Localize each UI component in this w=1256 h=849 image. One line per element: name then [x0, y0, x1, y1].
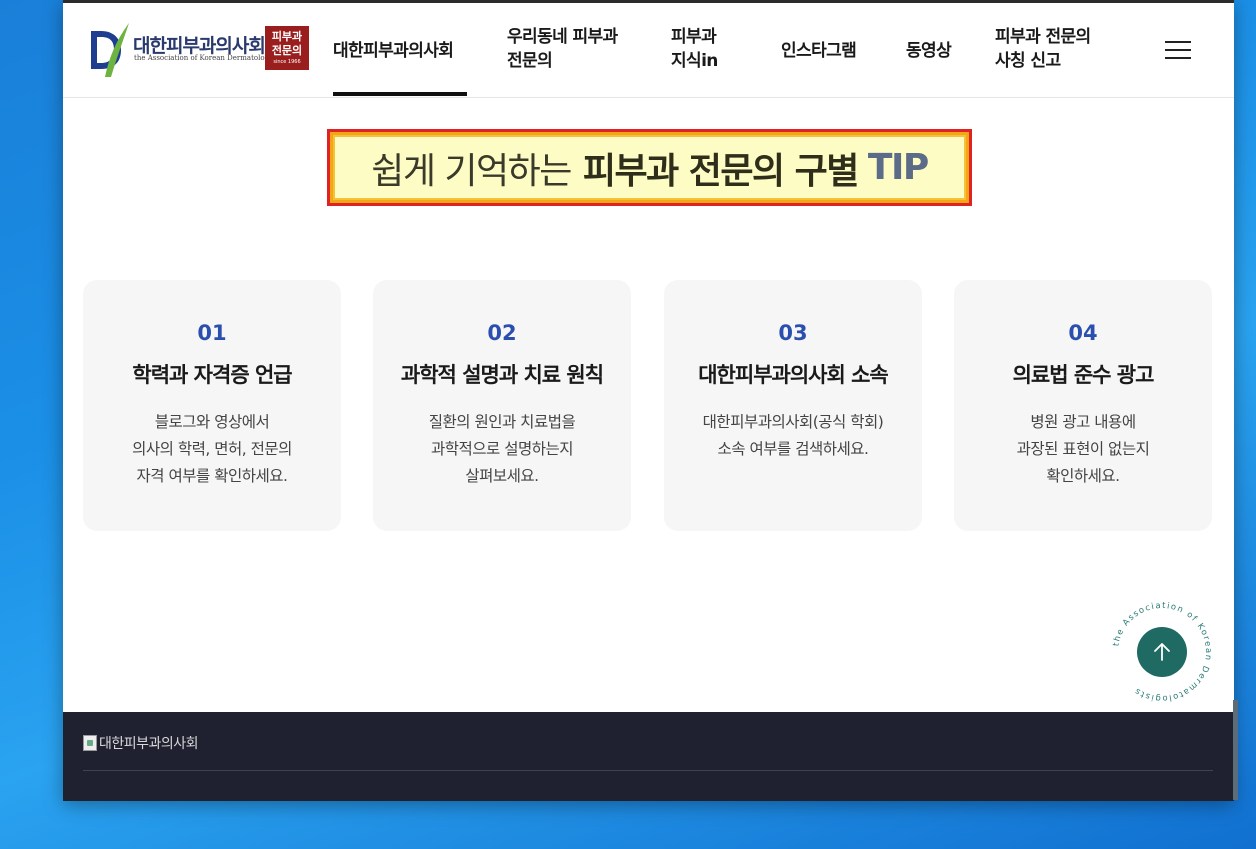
tip-banner: 쉽게 기억하는 피부과 전문의 구별 TIP — [327, 129, 972, 206]
nav-label-line2: 전문의 — [507, 51, 553, 71]
badge-line1: 피부과 — [271, 30, 303, 43]
card-desc-line: 과장된 표현이 없는지 — [1016, 440, 1150, 458]
card-description: 병원 광고 내용에 과장된 표현이 없는지 확인하세요. — [954, 409, 1212, 490]
tip-text-accent: TIP — [867, 147, 929, 188]
footer-divider — [83, 770, 1213, 771]
hamburger-icon[interactable] — [1165, 41, 1191, 63]
scroll-top-button[interactable] — [1137, 627, 1187, 677]
card-desc-line: 소속 여부를 검색하세요. — [717, 440, 869, 458]
card-desc-line: 병원 광고 내용에 — [1030, 413, 1136, 431]
logo-subtitle: the Association of Korean Dermatologists — [134, 54, 282, 62]
card-desc-line: 의사의 학력, 면허, 전문의 — [132, 440, 292, 458]
nav-item-video[interactable]: 동영상 — [906, 39, 952, 63]
badge-line2: 전문의 — [271, 44, 303, 57]
card-desc-line: 확인하세요. — [1046, 467, 1120, 485]
nav-label-line2: 지식in — [671, 51, 718, 71]
nav-item-knowledge[interactable]: 피부과 지식in — [671, 25, 718, 73]
nav-item-impersonation-report[interactable]: 피부과 전문의 사칭 신고 — [995, 25, 1091, 73]
window-edge — [1233, 700, 1238, 800]
card-desc-line: 질환의 원인과 치료법을 — [428, 413, 576, 431]
nav-label-line2: 사칭 신고 — [995, 51, 1061, 71]
browser-window: 대한피부과의사회 the Association of Korean Derma… — [63, 0, 1234, 801]
nav-label: 피부과 — [671, 27, 717, 47]
tip-card-3: 03 대한피부과의사회 소속 대한피부과의사회(공식 학회) 소속 여부를 검색… — [664, 280, 922, 531]
tip-card-1: 01 학력과 자격증 언급 블로그와 영상에서 의사의 학력, 면허, 전문의 … — [83, 280, 341, 531]
card-number: 03 — [778, 321, 808, 345]
site-logo[interactable]: 대한피부과의사회 the Association of Korean Derma… — [87, 17, 309, 83]
tip-text-bold: 피부과 전문의 구별 — [582, 150, 860, 192]
nav-label: 우리동네 피부과 — [507, 27, 618, 47]
nav-item-local-dermatologist[interactable]: 우리동네 피부과 전문의 — [507, 25, 618, 73]
specialist-badge: 피부과 전문의 since 1966 — [265, 26, 309, 70]
site-footer: 대한피부과의사회 — [63, 712, 1234, 801]
card-desc-line: 과학적으로 설명하는지 — [430, 440, 574, 458]
card-description: 대한피부과의사회(공식 학회) 소속 여부를 검색하세요. — [664, 409, 922, 463]
nav-label: 대한피부과의사회 — [333, 41, 454, 61]
card-desc-line: 살펴보세요. — [465, 467, 539, 485]
arrow-up-icon — [1154, 643, 1170, 661]
card-number: 02 — [487, 321, 517, 345]
tip-text-light: 쉽게 기억하는 — [371, 150, 572, 192]
card-description: 블로그와 영상에서 의사의 학력, 면허, 전문의 자격 여부를 확인하세요. — [83, 409, 341, 490]
site-header: 대한피부과의사회 the Association of Korean Derma… — [63, 3, 1234, 98]
footer-logo-alt: 대한피부과의사회 — [99, 736, 199, 752]
nav-label: 동영상 — [906, 41, 952, 61]
tip-banner-inner: 쉽게 기억하는 피부과 전문의 구별 TIP — [333, 135, 966, 200]
card-title: 대한피부과의사회 소속 — [698, 363, 889, 387]
nav-item-association[interactable]: 대한피부과의사회 — [333, 39, 454, 63]
nav-label: 인스타그램 — [781, 41, 857, 61]
card-desc-line: 블로그와 영상에서 — [154, 413, 270, 431]
card-title: 의료법 준수 광고 — [1012, 363, 1155, 387]
nav-label: 피부과 전문의 — [995, 27, 1091, 47]
card-desc-line: 자격 여부를 확인하세요. — [136, 467, 288, 485]
logo-mark-icon — [91, 23, 129, 77]
nav-item-instagram[interactable]: 인스타그램 — [781, 39, 857, 63]
active-nav-indicator — [333, 92, 467, 96]
footer-logo[interactable]: 대한피부과의사회 — [83, 733, 199, 753]
card-desc-line: 대한피부과의사회(공식 학회) — [702, 413, 884, 431]
tip-card-2: 02 과학적 설명과 치료 원칙 질환의 원인과 치료법을 과학적으로 설명하는… — [373, 280, 631, 531]
card-description: 질환의 원인과 치료법을 과학적으로 설명하는지 살펴보세요. — [373, 409, 631, 490]
card-title: 학력과 자격증 언급 — [132, 363, 292, 387]
badge-since: since 1966 — [273, 59, 301, 65]
tip-card-4: 04 의료법 준수 광고 병원 광고 내용에 과장된 표현이 없는지 확인하세요… — [954, 280, 1212, 531]
broken-image-icon — [83, 735, 97, 751]
card-number: 04 — [1068, 321, 1098, 345]
card-title: 과학적 설명과 치료 원칙 — [400, 363, 604, 387]
card-number: 01 — [197, 321, 227, 345]
